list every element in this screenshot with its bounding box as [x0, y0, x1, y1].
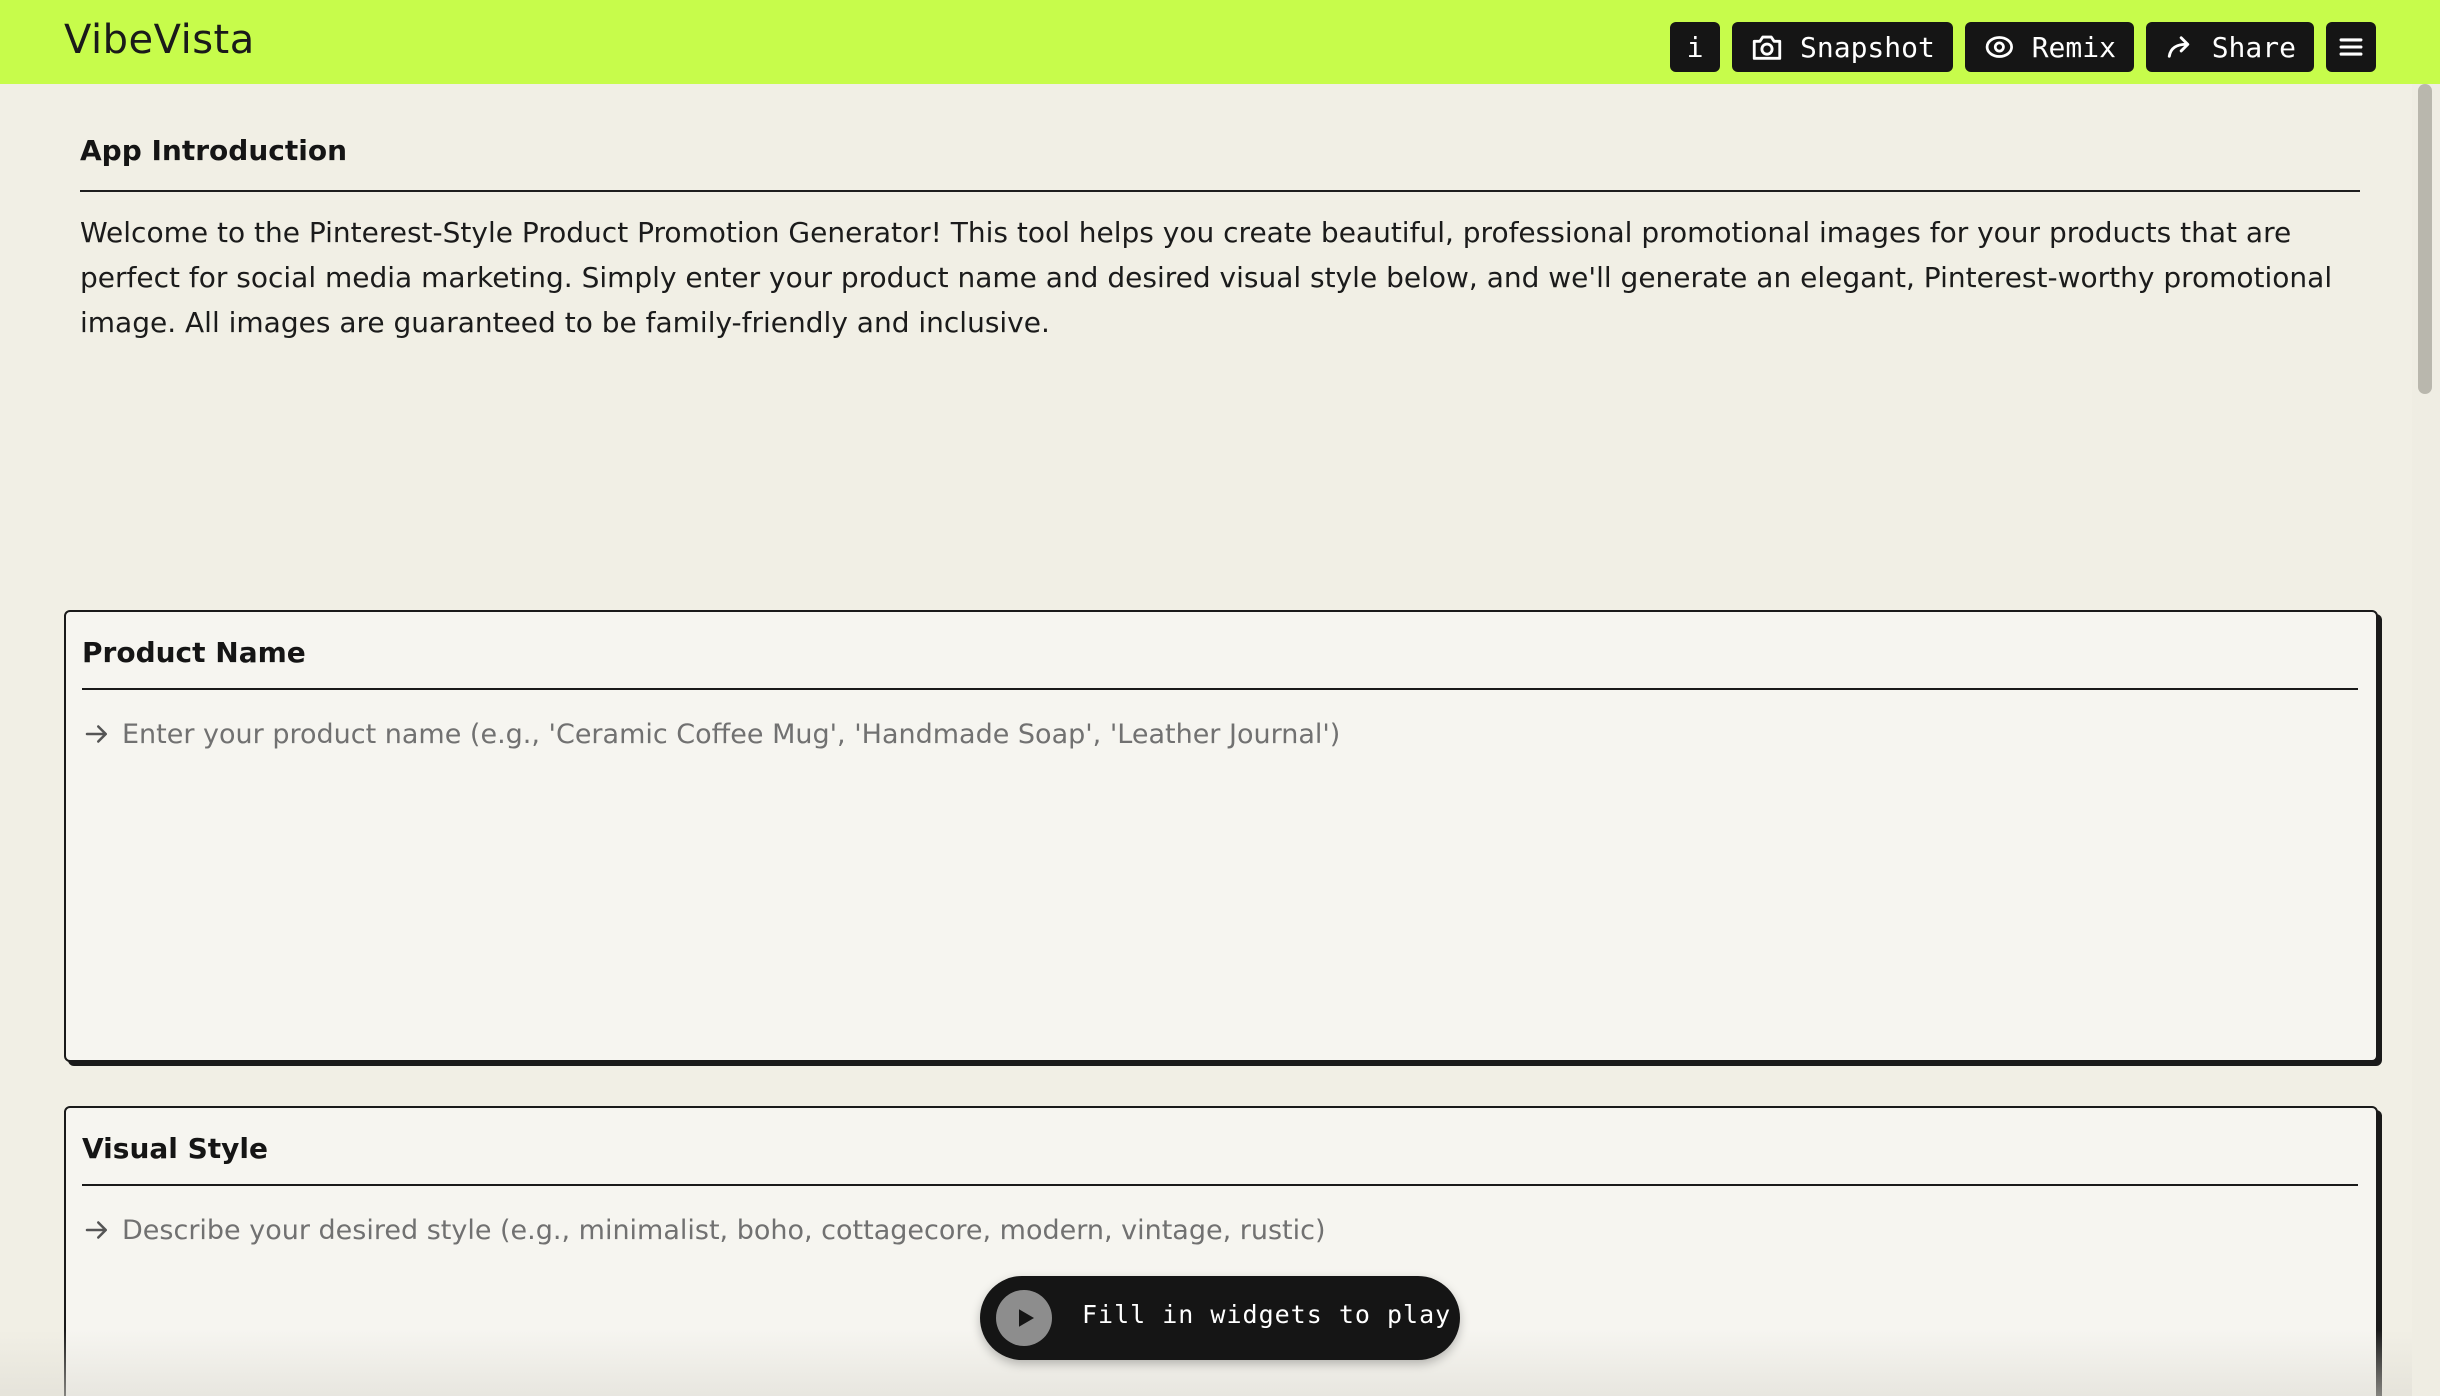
product-name-input-row [82, 708, 2358, 760]
product-name-widget: Product Name [64, 610, 2378, 1062]
remix-button[interactable]: Remix [1965, 22, 2134, 72]
snapshot-button[interactable]: Snapshot [1732, 22, 1953, 72]
intro-divider [80, 190, 2360, 192]
remix-icon [1985, 36, 2013, 58]
intro-text: Welcome to the Pinterest-Style Product P… [80, 216, 2333, 339]
play-label: Fill in widgets to play [1082, 1300, 1452, 1329]
product-name-title: Product Name [82, 636, 306, 669]
snapshot-button-label: Snapshot [1800, 30, 1935, 64]
intro-title: App Introduction [80, 134, 348, 167]
play-icon [1019, 1309, 1034, 1327]
remix-button-label: Remix [2031, 30, 2116, 64]
app-introduction: App Introduction Welcome to the Pinteres… [80, 134, 2360, 345]
product-name-input[interactable] [122, 718, 2342, 750]
share-arrow-icon [2167, 36, 2190, 58]
play-button[interactable]: Fill in widgets to play [980, 1276, 1460, 1360]
visual-style-title: Visual Style [82, 1132, 269, 1165]
arrow-right-icon [85, 725, 107, 743]
visual-style-input-row [82, 1204, 2358, 1256]
share-button[interactable]: Share [2146, 22, 2314, 72]
camera-icon [1752, 35, 1782, 60]
play-icon-circle [996, 1290, 1052, 1346]
info-button-label: i [1686, 30, 1704, 64]
menu-button[interactable] [2326, 22, 2376, 72]
share-button-label: Share [2211, 30, 2296, 64]
visual-style-input[interactable] [122, 1214, 2342, 1246]
arrow-right-icon [85, 1221, 107, 1239]
product-name-divider [82, 688, 2358, 690]
hamburger-menu-icon [2339, 38, 2363, 56]
app-title: VibeVista [64, 17, 255, 63]
top-bar: VibeVista i Snapshot Remix Share [0, 0, 2440, 84]
scrollbar[interactable] [2412, 84, 2440, 1396]
visual-style-divider [82, 1184, 2358, 1186]
scrollbar-thumb[interactable] [2418, 84, 2432, 394]
page: VibeVista i Snapshot Remix Share App Int… [0, 0, 2440, 1396]
info-button[interactable]: i [1670, 22, 1720, 72]
